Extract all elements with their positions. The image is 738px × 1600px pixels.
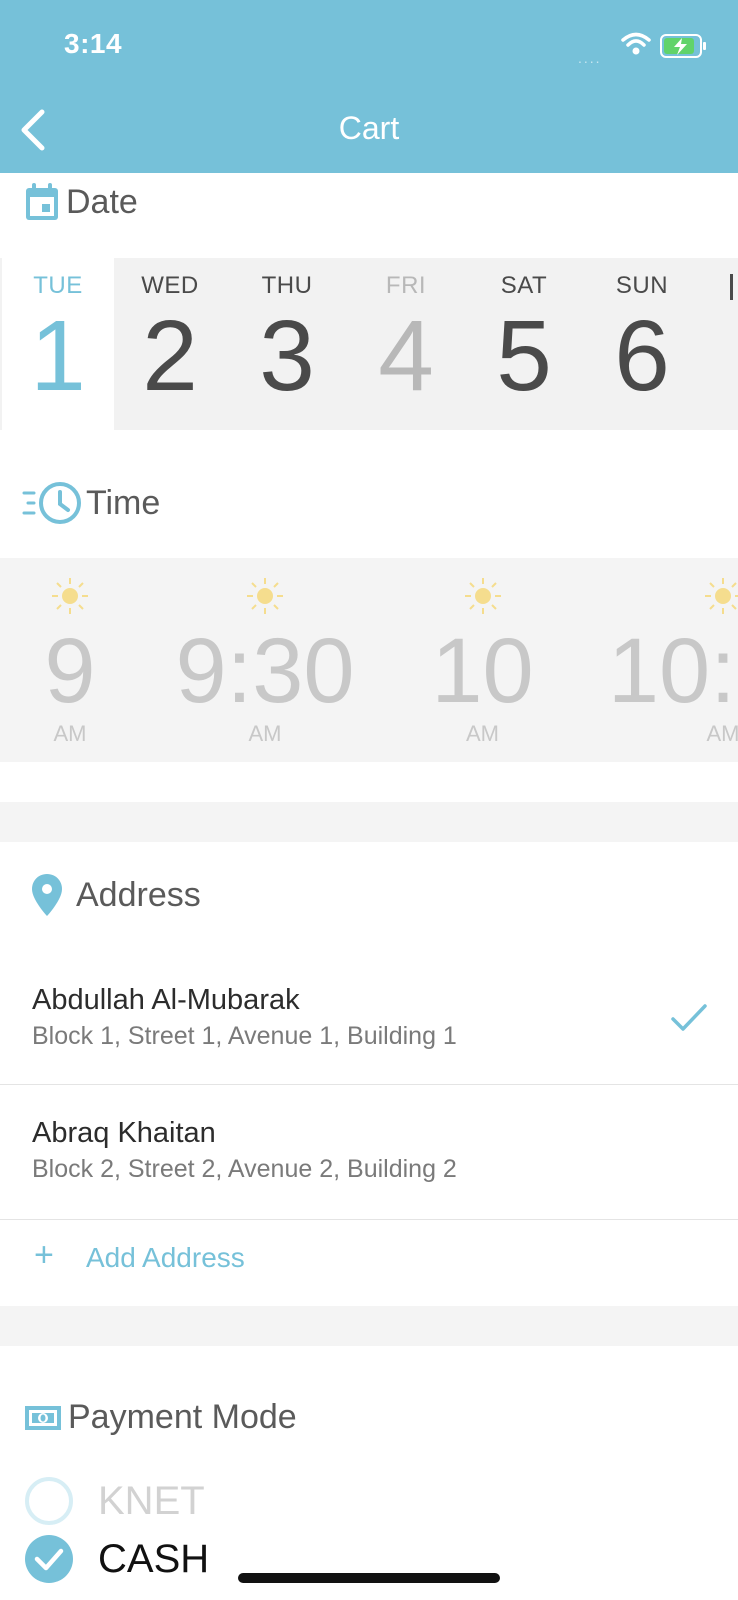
page-title: Cart — [338, 110, 400, 146]
day-tue[interactable]: TUE 1 — [2, 258, 114, 430]
day-sat[interactable]: SAT 5 — [468, 258, 580, 430]
clock-icon — [22, 482, 81, 524]
nav-header: 3:14 .... Cart — [0, 0, 738, 173]
day-wed[interactable]: WED 2 — [114, 258, 226, 430]
address-item[interactable]: Abdullah Al-Mubarak Block 1, Street 1, A… — [0, 950, 738, 1085]
wifi-icon — [621, 32, 651, 55]
day-number: 5 — [496, 300, 552, 412]
time-slot-10[interactable]: 10 AM — [420, 558, 545, 762]
battery-charging-icon — [660, 34, 706, 58]
address-line: Block 1, Street 1, Avenue 1, Building 1 — [32, 1022, 457, 1050]
time-slot-ampm: AM — [53, 721, 87, 746]
time-section-header: Time — [22, 480, 160, 526]
time-slot-value: 10:30 — [607, 620, 738, 722]
status-time: 3:14 — [64, 28, 123, 59]
signal-indicator: .... — [578, 50, 602, 66]
day-number: 3 — [259, 300, 315, 412]
home-indicator[interactable] — [238, 1573, 500, 1583]
day-fri: FRI 4 — [350, 258, 462, 430]
section-divider — [0, 802, 738, 842]
address-section-header: Address — [30, 872, 201, 918]
date-section-header: Date — [24, 182, 138, 222]
day-number: 2 — [142, 300, 198, 412]
cash-icon — [25, 1405, 61, 1430]
payment-option-label: KNET — [98, 1478, 205, 1523]
day-number: 1 — [30, 300, 86, 412]
time-slot-ampm: AM — [706, 721, 738, 746]
next-day-peek — [730, 274, 733, 300]
day-of-week: THU — [261, 272, 313, 299]
address-item[interactable]: Abraq Khaitan Block 2, Street 2, Avenue … — [0, 1085, 738, 1220]
time-slot-value: 10 — [431, 620, 534, 722]
day-of-week: FRI — [385, 272, 427, 299]
sun-icon — [464, 578, 501, 614]
day-of-week: TUE — [33, 272, 83, 299]
time-slot-value: 9:30 — [175, 620, 355, 722]
time-picker[interactable]: 9 AM 9:30 AM 10 AM 10:30 AM — [0, 558, 738, 762]
day-number: 4 — [378, 300, 434, 412]
date-picker[interactable]: TUE 1 WED 2 THU 3 FRI 4 SAT 5 SUN 6 — [0, 258, 738, 430]
time-slot-ampm: AM — [248, 721, 282, 746]
payment-option-knet[interactable]: KNET — [24, 1476, 205, 1526]
time-section-label: Time — [86, 483, 161, 522]
payment-option-cash[interactable]: CASH — [24, 1534, 209, 1584]
location-pin-icon — [32, 874, 62, 916]
sun-icon — [52, 578, 88, 614]
calendar-icon — [26, 183, 58, 220]
day-of-week: WED — [141, 272, 199, 299]
time-slot-9[interactable]: 9 AM — [20, 558, 120, 762]
day-of-week: SUN — [615, 272, 669, 299]
day-thu[interactable]: THU 3 — [231, 258, 343, 430]
time-slot-ampm: AM — [466, 721, 499, 746]
radio-unchecked-icon[interactable] — [24, 1476, 74, 1526]
plus-icon: + — [34, 1236, 54, 1274]
date-section-label: Date — [66, 182, 138, 221]
radio-checked-icon[interactable] — [24, 1534, 74, 1584]
payment-option-label: CASH — [98, 1536, 210, 1581]
address-name: Abraq Khaitan — [32, 1117, 216, 1149]
address-section-label: Address — [76, 875, 201, 914]
time-slot-930[interactable]: 9:30 AM — [160, 558, 370, 762]
payment-section-label: Payment Mode — [68, 1398, 297, 1436]
section-divider — [0, 1306, 738, 1346]
day-number: 6 — [614, 300, 670, 412]
add-address-button[interactable]: + Add Address — [0, 1220, 738, 1304]
checkmark-icon — [671, 1004, 707, 1031]
address-name: Abdullah Al-Mubarak — [32, 984, 300, 1016]
time-slot-value: 9 — [44, 620, 96, 722]
sun-icon — [247, 578, 283, 614]
add-address-label: Add Address — [86, 1242, 245, 1273]
payment-section-header: Payment Mode — [24, 1398, 297, 1437]
sun-icon — [705, 578, 738, 614]
day-of-week: SAT — [500, 272, 548, 299]
time-slot-1030[interactable]: 10:30 AM — [598, 558, 738, 762]
day-sun[interactable]: SUN 6 — [586, 258, 698, 430]
address-line: Block 2, Street 2, Avenue 2, Building 2 — [32, 1155, 457, 1183]
